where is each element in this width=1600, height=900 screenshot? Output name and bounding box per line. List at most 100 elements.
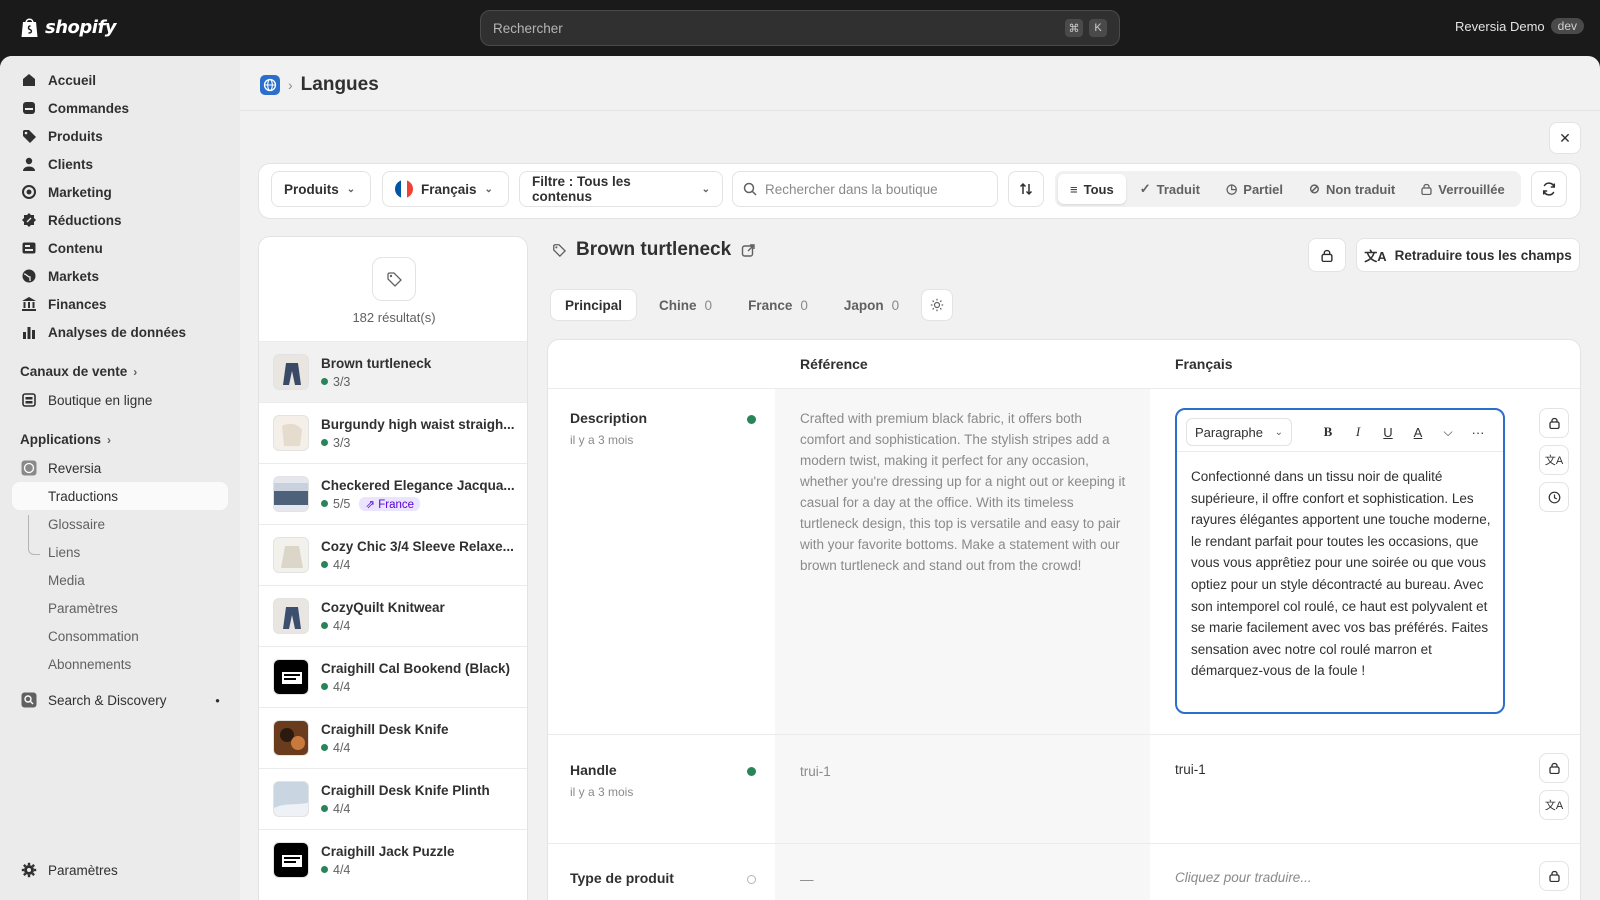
list-item[interactable]: Craighill Desk Knife Plinth 4/4: [259, 768, 527, 829]
search-shortcut: ⌘ K: [1065, 19, 1107, 37]
sidebar-item-online-store[interactable]: Boutique en ligne: [12, 386, 228, 414]
tab-principal[interactable]: Principal: [550, 289, 638, 321]
tab-japon[interactable]: Japon 0: [830, 289, 913, 321]
list-item[interactable]: Brown turtleneck 3/3: [259, 341, 527, 402]
sidebar-item-label: Liens: [48, 544, 81, 560]
list-item[interactable]: Burgundy high waist straigh... 3/3: [259, 402, 527, 463]
sidebar-item-clients[interactable]: Clients: [12, 150, 228, 178]
sidebar-item-settings[interactable]: Paramètres: [12, 856, 228, 884]
translation-text[interactable]: trui-1: [1175, 762, 1206, 777]
sidebar-item-label: Paramètres: [48, 600, 118, 616]
close-button[interactable]: ✕: [1549, 122, 1581, 154]
slash-circle-icon: ⊘: [1309, 181, 1320, 196]
list-item[interactable]: Craighill Jack Puzzle 4/4: [259, 829, 527, 890]
translation-progress: 4/4: [333, 618, 351, 633]
sidebar-item-liens[interactable]: Liens: [12, 538, 228, 566]
sidebar-item-reversia[interactable]: Reversia: [12, 454, 228, 482]
store-menu[interactable]: Reversia Demo dev: [1455, 18, 1584, 34]
sidebar-item-label: Traductions: [48, 488, 119, 504]
lock-field-button[interactable]: [1539, 861, 1569, 891]
translate-field-button[interactable]: 文A: [1539, 790, 1569, 820]
more-options-icon[interactable]: ···: [1468, 422, 1488, 442]
sidebar-item-media[interactable]: Media: [12, 566, 228, 594]
sidebar-item-marketing[interactable]: Marketing: [12, 178, 228, 206]
status-dot: [321, 866, 328, 873]
sidebar-item-label: Accueil: [48, 72, 97, 88]
sidebar-item-reductions[interactable]: Réductions: [12, 206, 228, 234]
lock-product-button[interactable]: [1308, 238, 1346, 272]
segment-verrouillee[interactable]: Verrouillée: [1409, 174, 1516, 204]
translation-progress: 4/4: [333, 862, 351, 877]
translation-text[interactable]: Confectionné dans un tissu noir de quali…: [1191, 466, 1491, 682]
sidebar-item-search-discovery[interactable]: Search & Discovery ●: [12, 686, 228, 714]
sidebar-item-finances[interactable]: Finances: [12, 290, 228, 318]
sidebar: Accueil Commandes Produits Clients Marke…: [0, 56, 240, 900]
globe-icon[interactable]: [260, 75, 280, 95]
sales-channels-header[interactable]: Canaux de vente ›: [20, 364, 137, 379]
chart-bar-icon: [20, 323, 38, 341]
lock-field-button[interactable]: [1539, 753, 1569, 783]
retranslate-all-button[interactable]: 文A Retraduire tous les champs: [1356, 238, 1580, 272]
click-to-translate[interactable]: Cliquez pour traduire...: [1175, 870, 1312, 885]
chevron-down-icon: ⌄: [701, 183, 710, 195]
sidebar-item-analyses[interactable]: Analyses de données: [12, 318, 228, 346]
gear-icon: [20, 861, 38, 879]
segment-tous[interactable]: ≡ Tous: [1058, 174, 1126, 204]
history-button[interactable]: [1539, 482, 1569, 512]
sidebar-item-commandes[interactable]: Commandes: [12, 94, 228, 122]
column-header-language: Français: [1175, 356, 1233, 372]
product-title: Craighill Cal Bookend (Black): [321, 660, 511, 676]
list-item[interactable]: Craighill Desk Knife 4/4: [259, 707, 527, 768]
language-select[interactable]: Français ⌄: [382, 171, 509, 207]
product-thumbnail: [273, 354, 309, 390]
format-select-label: Paragraphe: [1195, 424, 1263, 440]
sidebar-item-abonnements[interactable]: Abonnements: [12, 650, 228, 678]
field-name: Handle: [570, 762, 617, 778]
list-item[interactable]: Checkered Elegance Jacqua... 5/5 ⇗ France: [259, 463, 527, 524]
content-icon: [20, 239, 38, 257]
sort-button[interactable]: [1008, 171, 1044, 207]
sidebar-item-accueil[interactable]: Accueil: [12, 66, 228, 94]
lock-field-button[interactable]: [1539, 408, 1569, 438]
bold-icon[interactable]: B: [1318, 422, 1338, 442]
text-color-icon[interactable]: A: [1408, 422, 1428, 442]
store-search-input[interactable]: Rechercher dans la boutique: [732, 171, 998, 207]
sidebar-item-label: Produits: [48, 128, 103, 144]
sidebar-item-contenu[interactable]: Contenu: [12, 234, 228, 262]
resource-select[interactable]: Produits ⌄: [271, 171, 371, 207]
tab-chine[interactable]: Chine 0: [645, 289, 726, 321]
tab-france[interactable]: France 0: [734, 289, 822, 321]
lock-icon: [1421, 183, 1432, 195]
sidebar-item-markets[interactable]: Markets: [12, 262, 228, 290]
translate-field-button[interactable]: 文A: [1539, 445, 1569, 475]
italic-icon[interactable]: I: [1348, 422, 1368, 442]
content-filter-select[interactable]: Filtre : Tous les contenus ⌄: [519, 171, 723, 207]
sun-settings-button[interactable]: [921, 289, 954, 321]
sidebar-item-glossaire[interactable]: Glossaire: [12, 510, 228, 538]
chevron-down-icon[interactable]: ⌵: [1438, 422, 1458, 442]
underline-icon[interactable]: U: [1378, 422, 1398, 442]
format-select[interactable]: Paragraphe ⌄: [1186, 418, 1292, 446]
shopify-logo[interactable]: shopify: [20, 16, 117, 38]
sidebar-item-parametres-app[interactable]: Paramètres: [12, 594, 228, 622]
product-thumbnail: [273, 720, 309, 756]
list-item[interactable]: Craighill Cal Bookend (Black) 4/4: [259, 646, 527, 707]
sidebar-item-produits[interactable]: Produits: [12, 122, 228, 150]
product-title-heading: Brown turtleneck: [576, 239, 732, 260]
tab-count: 0: [891, 297, 900, 313]
external-link-icon[interactable]: [741, 243, 756, 258]
more-dot-icon: ●: [215, 695, 220, 705]
refresh-button[interactable]: [1531, 171, 1567, 207]
list-item[interactable]: Cozy Chic 3/4 Sleeve Relaxe... 4/4: [259, 524, 527, 585]
apps-header[interactable]: Applications ›: [20, 432, 111, 447]
rich-text-editor[interactable]: Paragraphe ⌄ B I U A ⌵ ··· Confectionné …: [1175, 408, 1505, 714]
segment-partiel[interactable]: ◷ Partiel: [1214, 174, 1295, 204]
divider: [240, 110, 1600, 111]
sidebar-item-traductions[interactable]: Traductions: [12, 482, 228, 510]
list-item[interactable]: CozyQuilt Knitwear 4/4: [259, 585, 527, 646]
translation-table: Référence Français Description il y a 3 …: [547, 339, 1581, 900]
sidebar-item-consommation[interactable]: Consommation: [12, 622, 228, 650]
segment-non-traduit[interactable]: ⊘ Non traduit: [1297, 174, 1407, 204]
segment-traduit[interactable]: ✓ Traduit: [1128, 174, 1212, 204]
global-search-input[interactable]: Rechercher ⌘ K: [480, 10, 1120, 46]
